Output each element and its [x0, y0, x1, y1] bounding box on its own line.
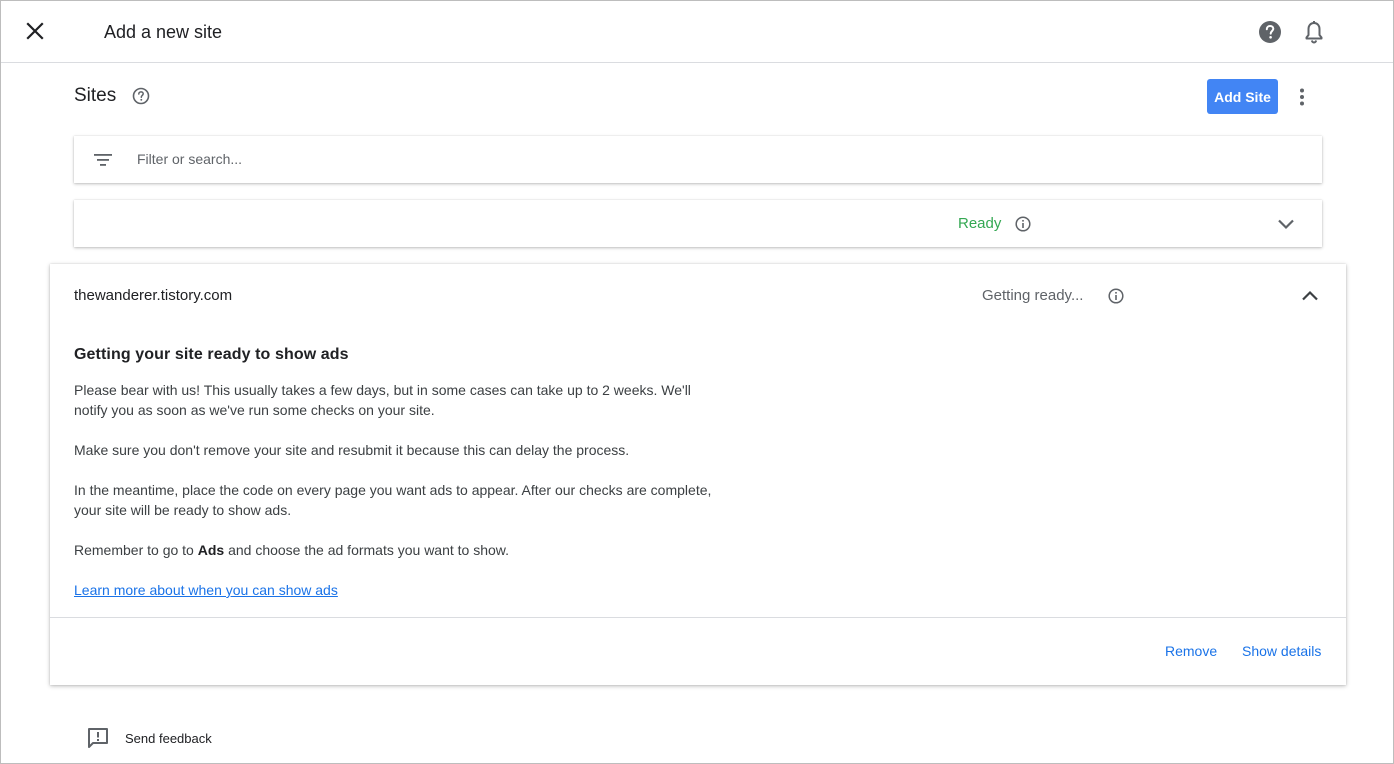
help-outline-icon: [132, 87, 150, 105]
paragraph-dont-remove: Make sure you don't remove your site and…: [74, 442, 630, 458]
chevron-down-icon: [1278, 219, 1294, 230]
info-icon: [1015, 216, 1031, 232]
add-site-button[interactable]: Add Site: [1207, 79, 1278, 114]
sites-heading: Sites: [74, 85, 117, 106]
help-icon: [1259, 21, 1281, 43]
feedback-icon: [88, 728, 108, 748]
close-button[interactable]: [21, 17, 49, 45]
more-vert-icon: [1300, 88, 1304, 106]
feedback-icon-wrapper: [85, 725, 111, 751]
paragraph-ads: Remember to go to Ads and choose the ad …: [74, 540, 724, 560]
learn-more-link[interactable]: Learn more about when you can show ads: [74, 582, 338, 598]
site-url: thewanderer.tistory.com: [74, 287, 233, 304]
scrollbar[interactable]: [1377, 63, 1393, 763]
filter-button[interactable]: [92, 150, 114, 170]
more-options-button[interactable]: [1291, 85, 1313, 109]
paragraph-wait: Please bear with us! This usually takes …: [74, 382, 691, 418]
info-icon: [1108, 288, 1124, 304]
notifications-button[interactable]: [1301, 19, 1327, 45]
chevron-up-icon: [1302, 290, 1318, 301]
page-title: Add a new site: [104, 22, 223, 42]
paragraph-ads-prefix: Remember to go to: [74, 542, 198, 558]
site-card: thewanderer.tistory.com Getting ready...…: [50, 264, 1346, 685]
ready-sites-row[interactable]: Ready: [74, 200, 1322, 247]
ready-status-label: Ready: [958, 215, 1002, 232]
remove-button[interactable]: Remove: [1165, 642, 1217, 660]
sites-help-button[interactable]: [131, 86, 151, 106]
site-status-info-button[interactable]: [1107, 287, 1125, 305]
bell-icon: [1305, 21, 1323, 44]
expand-button[interactable]: [1274, 212, 1298, 236]
ready-info-button[interactable]: [1014, 215, 1032, 233]
feedback-label: Send feedback: [125, 730, 212, 746]
card-body: Please bear with us! This usually takes …: [74, 380, 724, 620]
app-window: Add a new site Sites Add Site Filter or …: [0, 0, 1394, 764]
help-button[interactable]: [1257, 19, 1283, 45]
site-status-label: Getting ready...: [982, 287, 1084, 304]
close-icon: [26, 22, 44, 40]
search-input[interactable]: [137, 148, 737, 170]
show-details-button[interactable]: Show details: [1242, 642, 1321, 660]
paragraph-ads-suffix: and choose the ad formats you want to sh…: [224, 542, 510, 558]
top-app-bar: Add a new site: [1, 1, 1393, 63]
filter-list-icon: [94, 154, 112, 166]
card-divider: [50, 617, 1346, 618]
paragraph-place-code: In the meantime, place the code on every…: [74, 482, 712, 518]
ads-bold-text: Ads: [197, 542, 225, 558]
send-feedback-button[interactable]: Send feedback: [85, 725, 212, 751]
filter-bar: [74, 136, 1322, 183]
card-heading: Getting your site ready to show ads: [74, 346, 349, 363]
collapse-button[interactable]: [1298, 284, 1322, 308]
